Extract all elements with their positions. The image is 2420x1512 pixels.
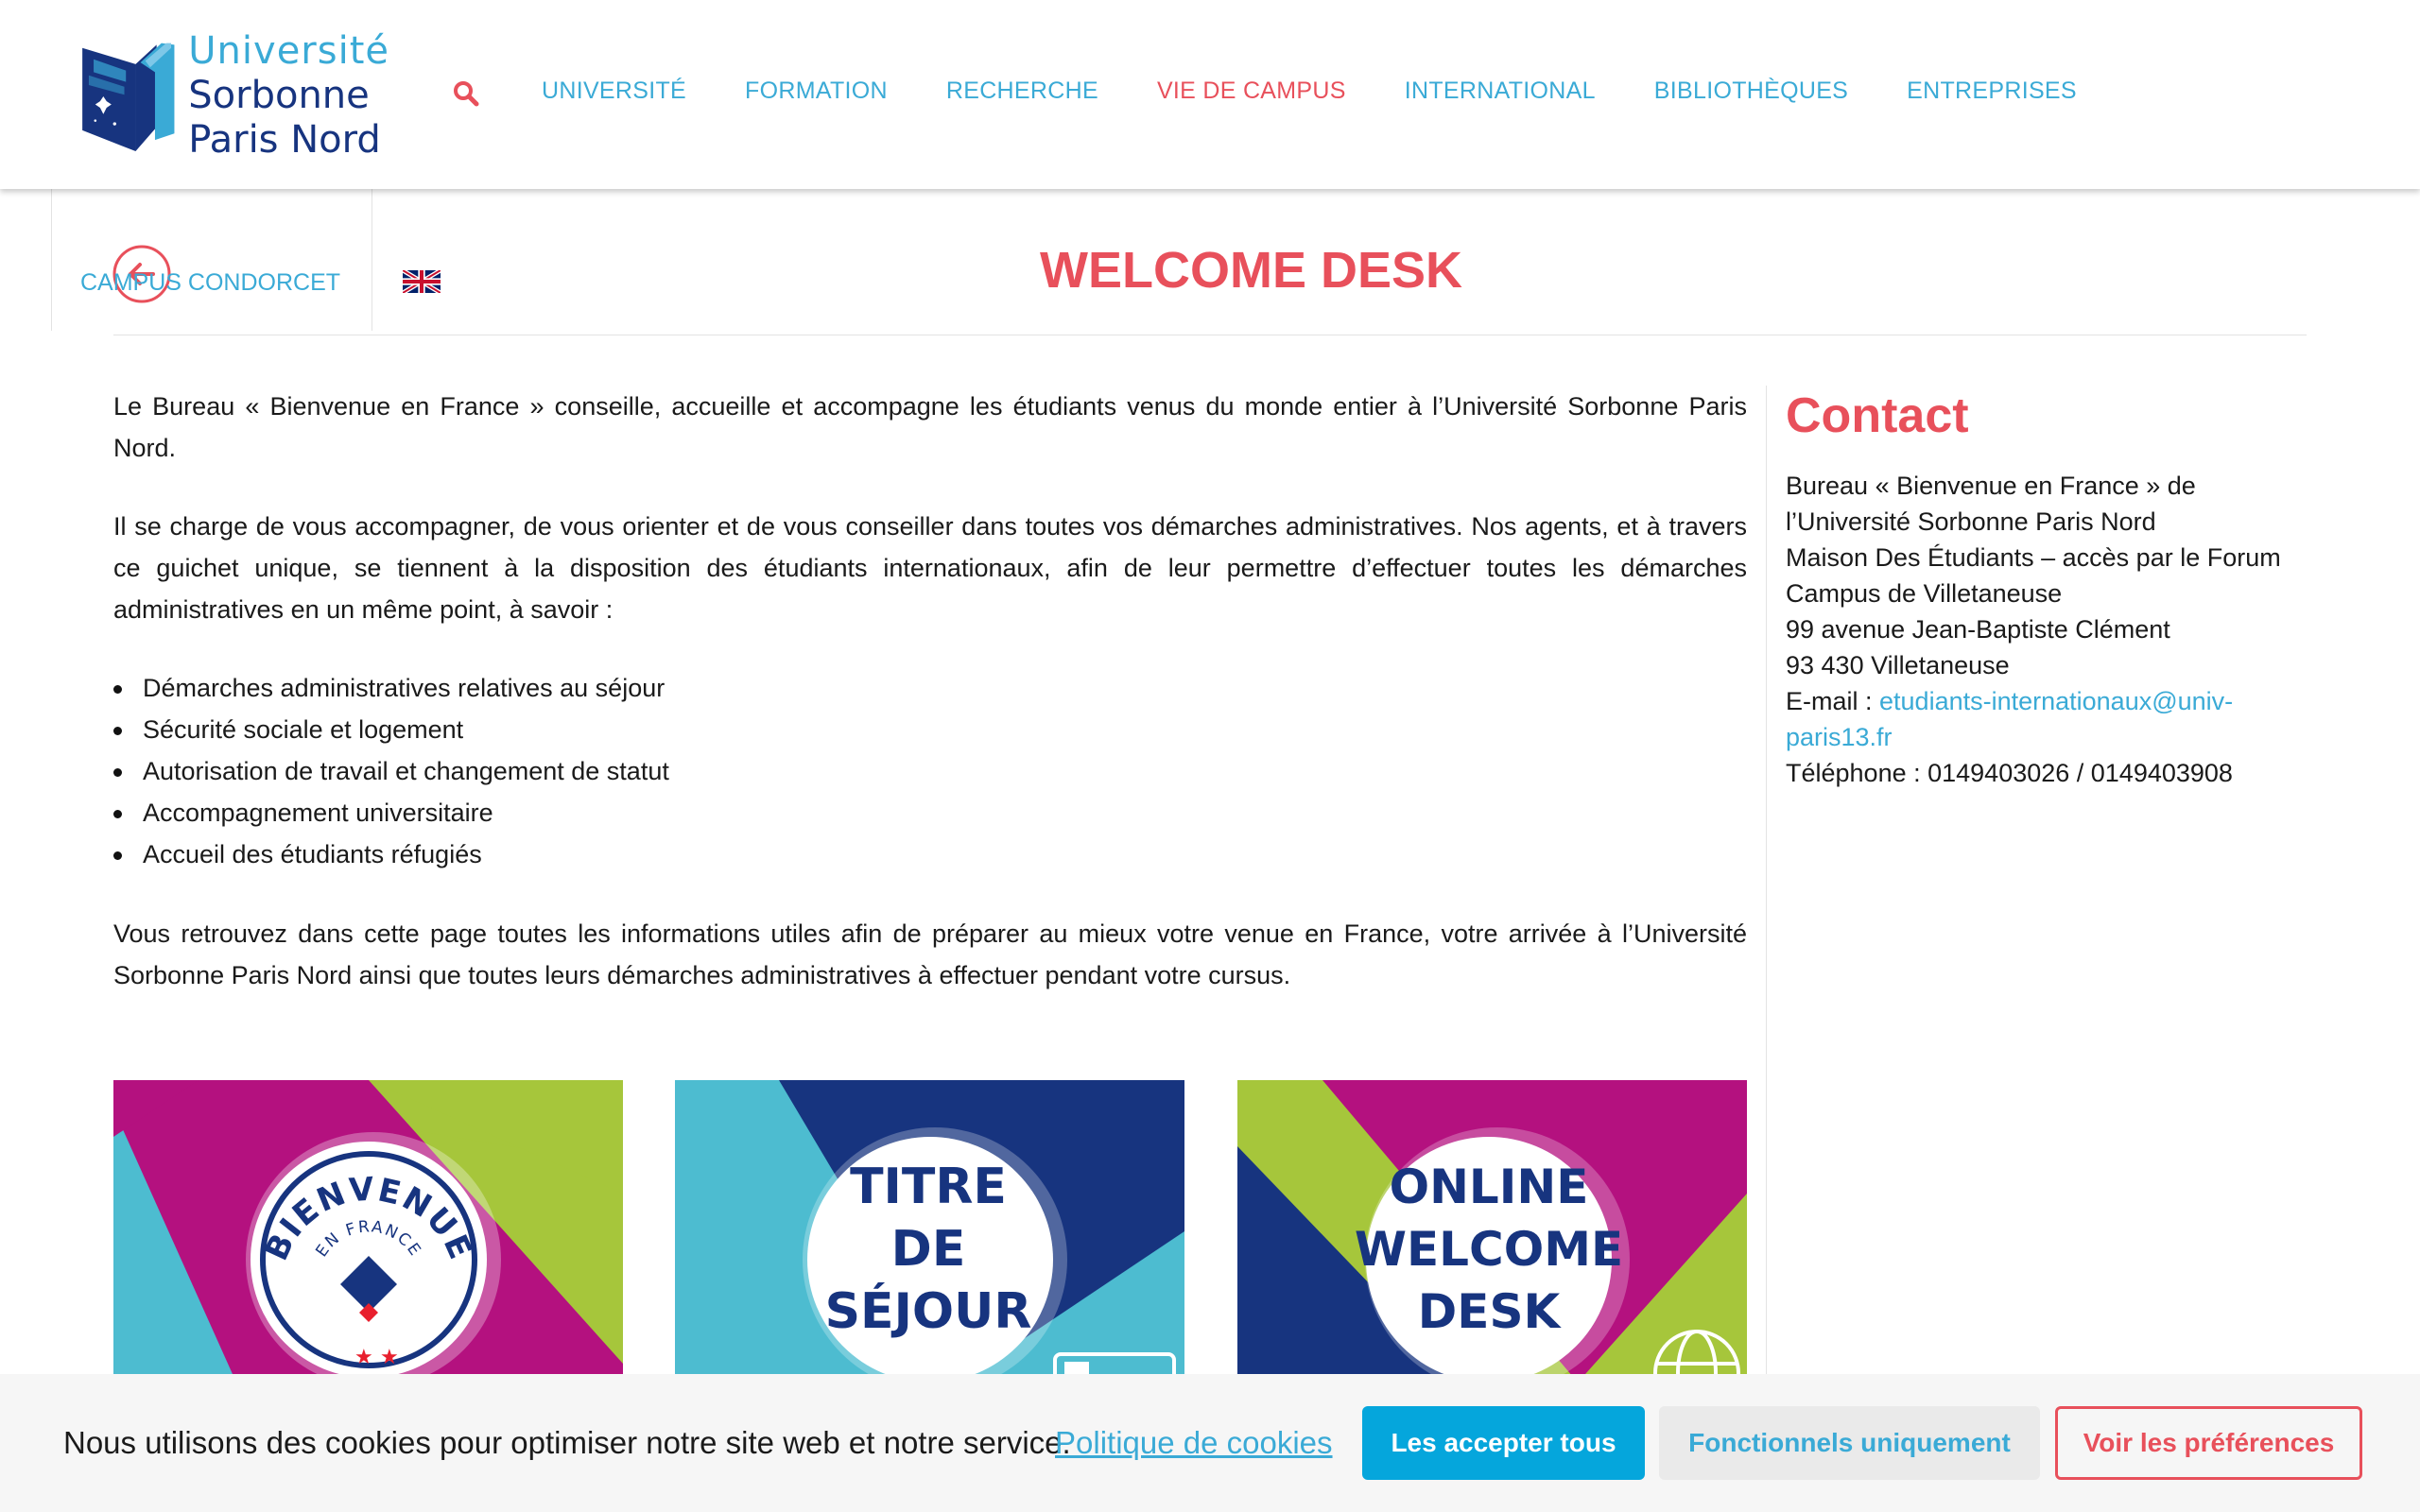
campus-condorcet-link[interactable]: CAMPUS CONDORCET bbox=[80, 269, 340, 297]
contact-email-row: E-mail : etudiants-internationaux@univ-p… bbox=[1786, 683, 2315, 755]
cookie-preferences-button[interactable]: Voir les préférences bbox=[2055, 1406, 2362, 1480]
cookie-policy-link[interactable]: Politique de cookies bbox=[1055, 1425, 1333, 1461]
main-content: Le Bureau « Bienvenue en France » consei… bbox=[113, 386, 1747, 1033]
services-list: Démarches administratives relatives au s… bbox=[113, 667, 1747, 875]
logo-line2: Sorbonne bbox=[188, 74, 370, 117]
card-online-welcome-desk[interactable]: ONLINE WELCOME DESK bbox=[1237, 1080, 1747, 1383]
cookie-consent-bar: Nous utilisons des cookies pour optimise… bbox=[0, 1374, 2420, 1512]
list-item: Autorisation de travail et changement de… bbox=[113, 750, 1747, 792]
contact-street: 99 avenue Jean-Baptiste Clément bbox=[1786, 615, 2170, 644]
logo-line1: Université bbox=[188, 29, 389, 73]
outro-paragraph: Vous retrouvez dans cette page toutes le… bbox=[113, 919, 1747, 989]
contact-phone: Téléphone : 0149403026 / 0149403908 bbox=[1786, 759, 2233, 788]
list-item: Démarches administratives relatives au s… bbox=[113, 667, 1747, 709]
card-online-line2: WELCOME bbox=[1355, 1222, 1623, 1277]
contact-campus: Campus de Villetaneuse bbox=[1786, 579, 2063, 609]
card-online-line3: DESK bbox=[1418, 1284, 1563, 1339]
column-divider bbox=[1766, 386, 1767, 1387]
accept-all-cookies-button[interactable]: Les accepter tous bbox=[1362, 1406, 1645, 1480]
card-titre-line2: DE bbox=[891, 1221, 966, 1278]
card-titre-de-sejour[interactable]: TITRE DE SÉJOUR bbox=[675, 1080, 1184, 1383]
nav-item-formation[interactable]: FORMATION bbox=[745, 77, 888, 105]
search-icon[interactable] bbox=[452, 79, 480, 108]
site-header: Université Sorbonne Paris Nord UNIVERSIT… bbox=[0, 0, 2420, 189]
list-item: Accueil des étudiants réfugiés bbox=[113, 833, 1747, 875]
card-titre-line1: TITRE bbox=[850, 1159, 1007, 1215]
nav-item-recherche[interactable]: RECHERCHE bbox=[946, 77, 1098, 105]
card-bienvenue-en-france[interactable]: BIENVENUE EN FRANCE ★ ★ bbox=[113, 1080, 623, 1383]
page-title: WELCOME DESK bbox=[1040, 242, 1463, 299]
contact-building: Maison Des Étudiants – accès par le Foru… bbox=[1786, 543, 2281, 573]
svg-text:★: ★ bbox=[354, 1346, 373, 1369]
list-item: Accompagnement universitaire bbox=[113, 792, 1747, 833]
card-titre-line3: SÉJOUR bbox=[825, 1282, 1032, 1340]
intro-paragraph: Le Bureau « Bienvenue en France » consei… bbox=[113, 392, 1747, 462]
main-nav: UNIVERSITÉ FORMATION RECHERCHE VIE DE CA… bbox=[542, 77, 2135, 105]
university-logo[interactable]: Université Sorbonne Paris Nord bbox=[78, 30, 389, 163]
contact-sidebar: Contact Bureau « Bienvenue en France » d… bbox=[1786, 388, 2315, 791]
nav-item-universite[interactable]: UNIVERSITÉ bbox=[542, 77, 686, 105]
card-online-line1: ONLINE bbox=[1390, 1160, 1589, 1214]
nav-item-vie-de-campus[interactable]: VIE DE CAMPUS bbox=[1157, 77, 1346, 105]
logo-line3: Paris Nord bbox=[188, 118, 381, 162]
functional-cookies-only-button[interactable]: Fonctionnels uniquement bbox=[1659, 1406, 2040, 1480]
contact-title: Contact bbox=[1786, 388, 1969, 443]
contact-office: Bureau « Bienvenue en France » de l’Univ… bbox=[1786, 472, 2196, 537]
svg-text:★: ★ bbox=[380, 1346, 399, 1369]
uk-flag-icon[interactable] bbox=[403, 270, 441, 293]
logo-book-icon bbox=[82, 43, 175, 152]
contact-city: 93 430 Villetaneuse bbox=[1786, 651, 2010, 680]
nav-item-entreprises[interactable]: ENTREPRISES bbox=[1907, 77, 2077, 105]
campus-dropdown bbox=[51, 189, 372, 331]
list-item: Sécurité sociale et logement bbox=[113, 709, 1747, 750]
contact-email-label: E-mail : bbox=[1786, 687, 1880, 716]
nav-item-bibliotheques[interactable]: BIBLIOTHÈQUES bbox=[1654, 77, 1848, 105]
nav-item-international[interactable]: INTERNATIONAL bbox=[1405, 77, 1596, 105]
description-paragraph: Il se charge de vous accompagner, de vou… bbox=[113, 512, 1747, 624]
logo-text: Université Sorbonne Paris Nord bbox=[188, 30, 389, 159]
info-cards: BIENVENUE EN FRANCE ★ ★ TITRE DE SÉJOUR bbox=[113, 1080, 1747, 1383]
cookie-message: Nous utilisons des cookies pour optimise… bbox=[63, 1425, 1071, 1460]
